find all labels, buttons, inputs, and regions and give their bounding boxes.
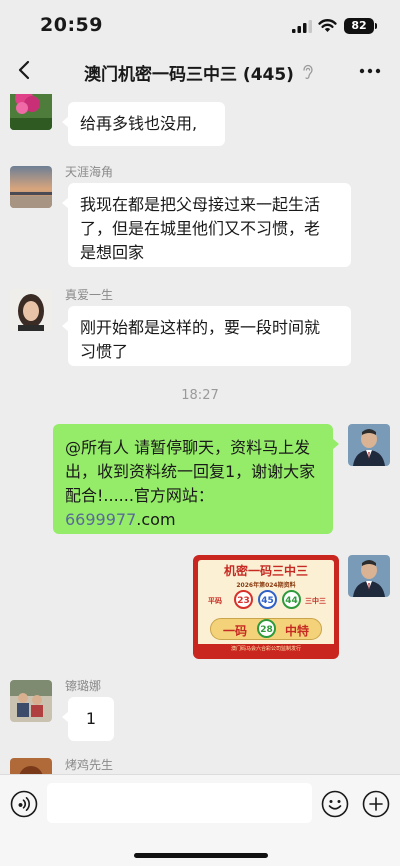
lottery-title: 机密一码三中三 (223, 564, 308, 578)
battery-cap (375, 23, 377, 29)
lottery-image[interactable]: 机密一码三中三 2026年第024期资料 平码 23 45 44 三中三 一码 … (193, 555, 339, 659)
input-bar (0, 774, 400, 866)
status-time: 20:59 (40, 14, 103, 36)
roast-chicken-avatar-image (10, 758, 52, 774)
flower-avatar-image (10, 94, 52, 130)
emoji-icon[interactable] (321, 790, 349, 818)
nav-bar: 澳门机密一码三中三 (445) (0, 48, 400, 94)
avatar-own[interactable] (348, 555, 390, 597)
voice-icon[interactable] (10, 790, 38, 818)
message-line: 是想回家 (80, 243, 145, 262)
lottery-number-ball: 45 (258, 590, 277, 609)
home-indicator (134, 853, 268, 858)
avatar-own[interactable] (348, 424, 390, 466)
lottery-image-body: 机密一码三中三 2026年第024期资料 平码 23 45 44 三中三 一码 … (198, 560, 334, 654)
message-input[interactable] (47, 783, 312, 823)
message-line: 了，但是在城里他们又不习惯，老 (80, 219, 321, 238)
woman-avatar-image (10, 289, 52, 331)
avatar-family[interactable] (10, 680, 52, 722)
avatar-woman[interactable] (10, 289, 52, 331)
lottery-left-label: 平码 (208, 597, 222, 605)
avatar-sunset[interactable] (10, 166, 52, 208)
message-bubble[interactable]: 给再多钱也没用, (62, 102, 225, 146)
lottery-number-ball: 44 (282, 590, 301, 609)
lottery-banner-right: 中特 (285, 624, 310, 638)
message-bubble[interactable]: 刚开始都是这样的，要一段时间就 习惯了 (62, 306, 351, 366)
chat-title: 澳门机密一码三中三 (445) (84, 65, 294, 85)
message-line: 刚开始都是这样的，要一段时间就 (80, 318, 321, 337)
message-line: 出，收到资料统一回复1，谢谢大家 (65, 462, 316, 481)
message-bubble[interactable]: 我现在都是把父母接过来一起生活 了，但是在城里他们又不习惯，老 是想回家 (62, 183, 351, 267)
lottery-footer: 澳门码马会六合彩公司监制发行 (198, 644, 334, 654)
family-avatar-image (10, 680, 52, 722)
chat-screen: 20:59 82 澳门机密一码三中三 (445) 给再多钱也没用, 天涯海角 我… (0, 0, 400, 866)
message-text: 1 (85, 709, 97, 728)
lottery-number-ball: 23 (234, 590, 253, 609)
status-bar: 20:59 82 (0, 0, 400, 48)
plus-icon[interactable] (362, 790, 390, 818)
sunset-avatar-image (10, 166, 52, 208)
ear-icon (303, 64, 313, 80)
message-line: 习惯了 (80, 342, 129, 361)
sender-name: 真爱一生 (65, 288, 114, 302)
avatar-roast-chicken[interactable] (10, 758, 52, 774)
sender-name: 天涯海角 (65, 165, 114, 179)
message-line: 我现在都是把父母接过来一起生活 (80, 195, 321, 214)
wifi-icon (318, 19, 337, 32)
message-bubble[interactable]: 1 (62, 697, 114, 741)
lottery-banner: 一码 28 中特 (210, 618, 322, 640)
battery-indicator: 82 (344, 18, 374, 34)
message-line: 配合!......官方网站： 6699977.com (65, 484, 321, 532)
sender-name: 镲璐娜 (65, 679, 102, 693)
message-list[interactable]: 给再多钱也没用, 天涯海角 我现在都是把父母接过来一起生活 了，但是在城里他们又… (0, 94, 400, 774)
lottery-special-ball: 28 (257, 619, 276, 638)
own-message-bubble[interactable]: @所有人 请暂停聊天，资料马上发 出，收到资料统一回复1，谢谢大家 配合!...… (53, 424, 339, 534)
avatar-flower[interactable] (10, 94, 52, 130)
website-link[interactable]: 6699977 (65, 510, 136, 529)
timestamp: 18:27 (181, 388, 219, 403)
lottery-right-label: 三中三 (305, 597, 326, 605)
man-suit-avatar-image (348, 555, 390, 597)
more-dots-icon[interactable] (358, 62, 382, 80)
message-text: .com (136, 510, 176, 529)
sender-name: 烤鸡先生 (65, 758, 114, 772)
lottery-issue: 2026年第024期资料 (236, 582, 296, 589)
cellular-signal-icon (292, 20, 312, 33)
man-suit-avatar-image (348, 424, 390, 466)
back-icon[interactable] (14, 58, 36, 82)
message-text: 给再多钱也没用, (80, 114, 198, 133)
message-text: 配合!......官方网站： (65, 486, 214, 505)
lottery-banner-left: 一码 (223, 624, 248, 638)
message-line: @所有人 请暂停聊天，资料马上发 (65, 438, 311, 457)
